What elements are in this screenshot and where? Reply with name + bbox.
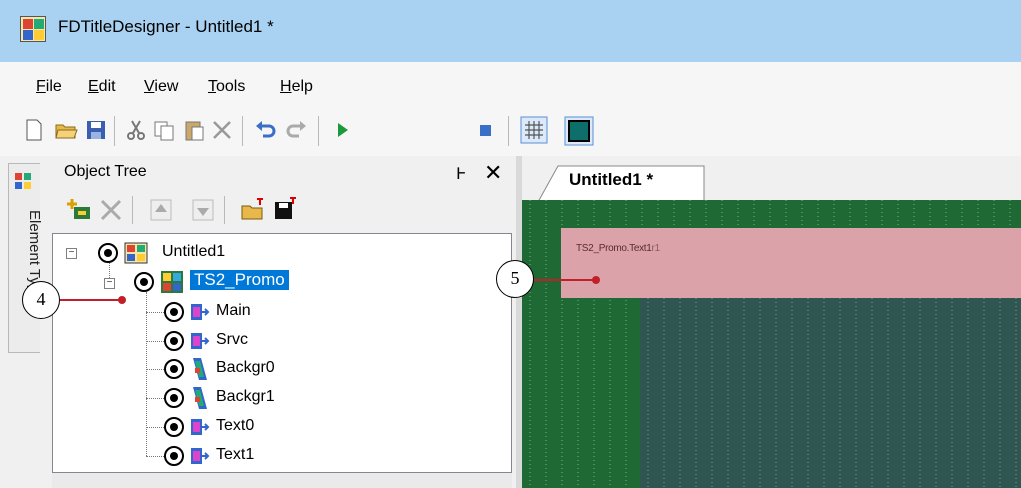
tree-toolbar-separator	[132, 196, 133, 224]
fill-icon[interactable]	[564, 116, 594, 146]
undo-icon[interactable]	[254, 118, 278, 142]
tree-node-backgr0[interactable]: Backgr0	[216, 359, 275, 377]
toolbar-separator	[242, 116, 243, 146]
open-template-icon[interactable]	[240, 197, 266, 223]
menu-help[interactable]: Help	[280, 78, 313, 96]
delete-icon[interactable]	[210, 118, 234, 142]
toolbar-separator	[318, 116, 319, 146]
open-icon[interactable]	[54, 118, 78, 142]
tree-node-selected[interactable]: TS2_Promo	[190, 270, 289, 290]
new-icon[interactable]	[22, 118, 46, 142]
callout-4: 4	[22, 281, 60, 319]
background-element-icon	[193, 387, 207, 409]
callout-leader-dot	[592, 276, 600, 284]
visibility-eye-icon[interactable]	[164, 417, 184, 437]
canvas-element-label: TS2_Promo.Text1r1	[576, 243, 660, 254]
stop-icon[interactable]	[474, 118, 498, 142]
callout-leader-dot	[118, 296, 126, 304]
panel-footer	[52, 473, 512, 488]
text-element-icon	[191, 333, 210, 349]
menu-edit[interactable]: Edit	[88, 78, 116, 96]
save-icon[interactable]	[84, 118, 108, 142]
safe-area-grid	[640, 298, 1021, 488]
visibility-eye-icon[interactable]	[164, 388, 184, 408]
paste-icon[interactable]	[182, 118, 206, 142]
callout-5: 5	[496, 260, 534, 298]
visibility-eye-icon[interactable]	[98, 243, 118, 263]
app-icon	[20, 16, 46, 42]
add-object-icon[interactable]	[66, 197, 92, 223]
tree-line	[146, 456, 166, 457]
tree-node-root[interactable]: Untitled1	[162, 243, 225, 261]
tree-line	[146, 369, 166, 370]
window-title: FDTitleDesigner - Untitled1 *	[58, 17, 274, 36]
move-up-icon[interactable]	[148, 197, 174, 223]
play-icon[interactable]	[330, 118, 354, 142]
save-template-icon[interactable]	[272, 197, 298, 223]
tree-line	[146, 312, 166, 313]
visibility-eye-icon[interactable]	[164, 331, 184, 351]
callout-leader-line	[60, 299, 122, 301]
pin-icon[interactable]: Ͱ	[456, 164, 466, 184]
toolbar-separator	[114, 116, 115, 146]
delete-object-icon[interactable]	[98, 197, 124, 223]
collapse-toggle[interactable]: −	[66, 248, 77, 259]
menu-view[interactable]: View	[144, 78, 178, 96]
visibility-eye-icon[interactable]	[164, 302, 184, 322]
canvas-element-name: TS2_Promo.Text1	[576, 243, 652, 254]
tree-line	[146, 398, 166, 399]
close-panel-icon[interactable]: ✕	[484, 160, 502, 186]
grid-icon[interactable]	[520, 116, 548, 144]
canvas-element-overlap: r1	[651, 243, 661, 254]
tree-node-text1[interactable]: Text1	[216, 446, 254, 464]
visibility-eye-icon[interactable]	[164, 446, 184, 466]
tree-node-backgr1[interactable]: Backgr1	[216, 388, 275, 406]
menu-file[interactable]: File	[36, 78, 62, 96]
move-down-icon[interactable]	[190, 197, 216, 223]
collapse-toggle[interactable]: −	[104, 278, 115, 289]
callout-leader-line	[534, 279, 596, 281]
project-icon	[124, 242, 148, 264]
tree-toolbar-separator	[224, 196, 225, 224]
text-element-icon	[191, 304, 210, 320]
tree-node-main[interactable]: Main	[216, 302, 251, 320]
object-tree	[52, 233, 512, 473]
tree-line	[146, 292, 147, 456]
scene-icon	[161, 271, 183, 293]
tree-line	[146, 341, 166, 342]
element-types-icon	[15, 173, 31, 189]
text-element-box[interactable]	[561, 228, 1021, 298]
text-element-icon	[191, 448, 210, 464]
copy-icon[interactable]	[152, 118, 176, 142]
element-types-label: Element Types	[26, 210, 43, 309]
toolbar-separator	[508, 116, 509, 146]
visibility-eye-icon[interactable]	[134, 272, 154, 292]
redo-icon[interactable]	[284, 118, 308, 142]
tree-line	[146, 427, 166, 428]
menu-tools[interactable]: Tools	[208, 78, 245, 96]
background-element-icon	[193, 358, 207, 380]
object-tree-title: Object Tree	[64, 163, 147, 180]
document-tab-label: Untitled1 *	[569, 170, 654, 189]
safe-area	[640, 298, 1021, 488]
visibility-eye-icon[interactable]	[164, 359, 184, 379]
cut-icon[interactable]	[124, 118, 148, 142]
tree-node-text0[interactable]: Text0	[216, 417, 254, 435]
tree-node-srvc[interactable]: Srvc	[216, 331, 248, 349]
text-element-icon	[191, 419, 210, 435]
